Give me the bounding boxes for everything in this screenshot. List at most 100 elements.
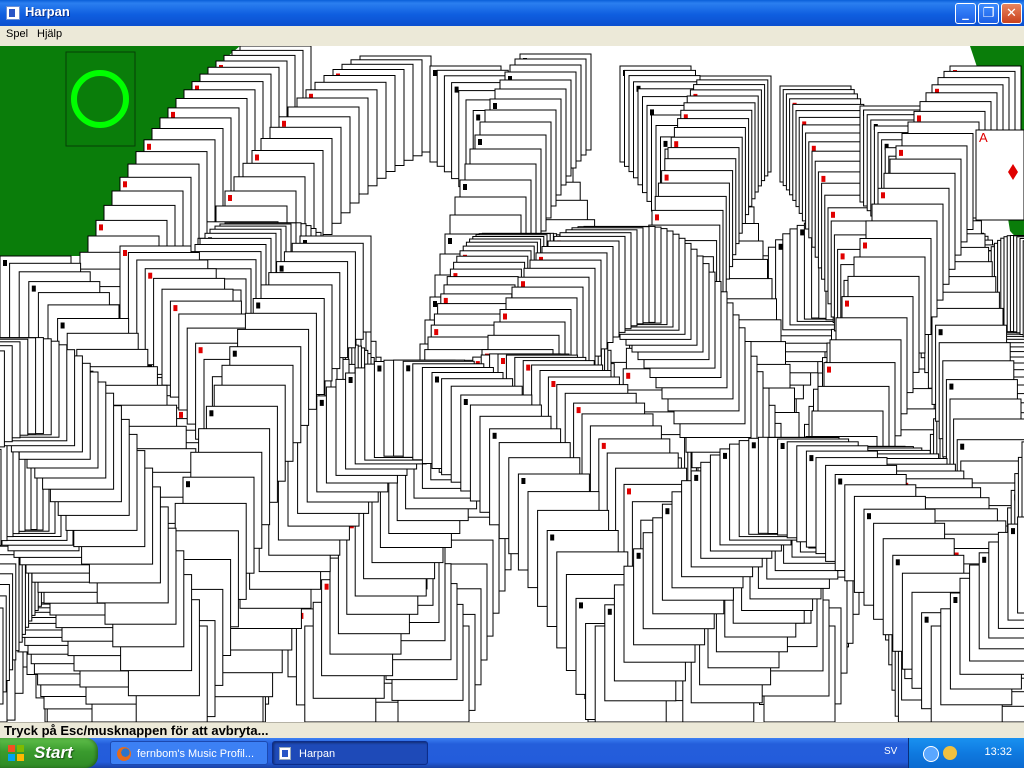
card-pip [953,597,958,603]
card-pip [448,238,452,244]
card-pip [493,103,497,109]
card-pip [99,224,103,231]
card-pip [433,301,437,307]
card-pip [780,443,785,449]
taskbar-button-harpan[interactable]: Harpan [272,741,428,765]
start-label: Start [34,743,73,762]
language-indicator[interactable]: SV [884,746,897,757]
card-pip [938,329,943,336]
card-pip [377,365,382,372]
card-pip [179,411,183,418]
taskbar: Start fernbom's Music Profil... Harpan S… [0,738,1024,768]
task-label: Harpan [299,748,336,760]
card-pip [960,443,965,450]
card-pip [492,432,497,439]
card-pip [845,300,849,307]
card-pip [282,120,286,127]
animated-card [0,607,4,705]
card-pip [665,508,670,515]
card-pip [636,552,641,559]
card-pip [476,114,481,121]
card-pip [899,149,903,156]
windows-logo-icon [8,745,24,761]
card-pip [607,608,612,615]
card-pip [917,115,921,122]
card-pip [982,556,987,563]
card-pip [255,154,259,161]
maximize-button[interactable]: ❐ [978,3,999,24]
card-pip [433,70,437,76]
card-pip [435,376,439,383]
card-pip [895,559,900,566]
card-pip [840,253,845,260]
status-text: Tryck på Esc/musknappen för att avbryta.… [4,723,269,738]
animated-card [1017,516,1024,614]
status-bar: Tryck på Esc/musknappen för att avbryta.… [0,722,1024,739]
card-pip [256,302,261,309]
card-pip [319,399,324,406]
ace-rank-label: A [979,130,988,145]
card-pip [831,211,835,218]
card-pip [232,350,237,357]
card-pip [348,377,353,383]
network-tray-icon[interactable] [923,746,939,762]
card-pip [209,410,214,417]
title-bar[interactable]: Harpan _ ❐ ✕ [0,0,1024,26]
card-pip [655,214,659,221]
card-pip [406,365,411,372]
clock: 13:32 [984,746,1012,758]
app-icon[interactable] [6,6,20,20]
start-button[interactable]: Start [0,738,98,768]
card-pip [123,250,127,256]
task-label: fernbom's Music Profil... [137,748,255,760]
card-pip [526,364,531,371]
card-pip [123,181,127,188]
menu-bar: Spel Hjälp [0,26,1024,46]
card-pip [503,313,507,320]
card-pip [31,285,36,292]
card-pip [576,407,581,414]
card-pip [924,616,929,623]
menu-spel[interactable]: Spel [6,28,28,40]
card-pip [454,86,459,93]
card-pip [674,141,679,148]
menu-hjalp[interactable]: Hjälp [37,28,62,40]
card-pip [463,399,468,405]
card-pip [434,329,439,336]
card-pip [550,534,555,541]
card-pip [751,442,756,449]
animated-card [0,448,2,546]
card-pip [521,478,526,484]
card-pip [827,366,831,373]
card-pip [60,322,65,329]
taskbar-button-firefox[interactable]: fernbom's Music Profil... [110,741,268,765]
card-pip [627,488,631,495]
card-pip [478,139,482,145]
card-pip [601,442,606,449]
game-area[interactable]: A [0,46,1024,722]
card-pip [147,143,151,150]
card-pip [463,184,467,190]
card-pip [3,260,7,266]
card-pip [443,297,448,304]
volume-tray-icon[interactable] [943,746,957,760]
card-pip [778,243,783,250]
animated-card [0,350,5,448]
card-pip [663,140,668,147]
close-button[interactable]: ✕ [1001,3,1022,24]
card-pip [863,242,867,249]
card-pip [171,111,175,118]
card-pip [949,383,954,390]
card-pip [800,229,805,236]
card-pip [1011,528,1015,535]
card-pip [521,281,525,288]
card-pip [551,381,556,387]
card-pip [279,265,284,272]
card-pip [148,272,153,279]
minimize-button[interactable]: _ [955,3,976,24]
card-pip [228,195,232,201]
card-pip [626,372,631,379]
firefox-icon [117,747,131,761]
card-pip [821,175,826,182]
card-pip [198,347,203,354]
